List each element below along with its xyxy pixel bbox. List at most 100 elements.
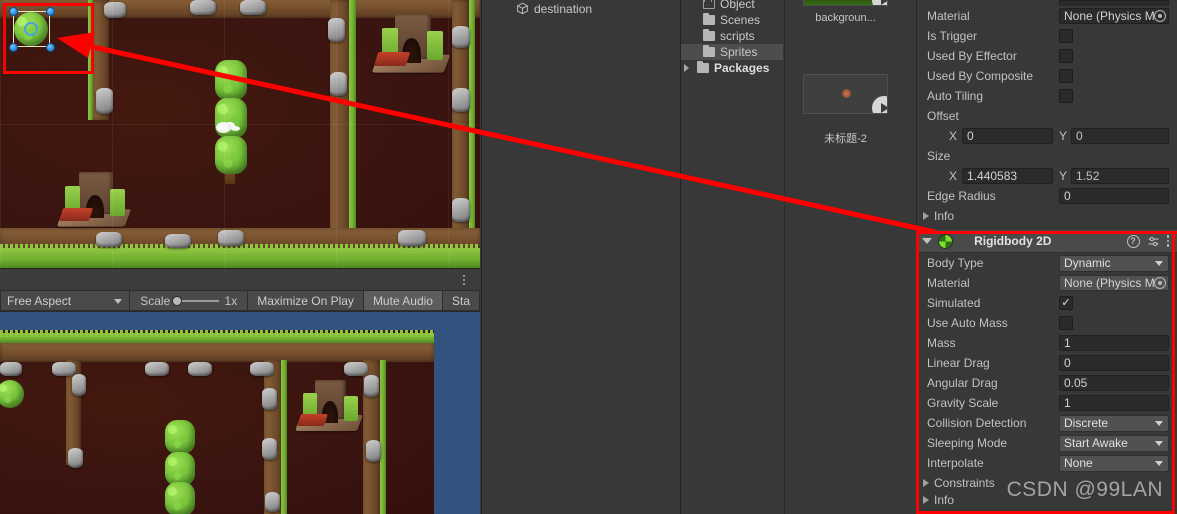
hierarchy-panel[interactable]: destination [481, 0, 679, 514]
simulated-row[interactable]: Simulated [917, 293, 1177, 313]
folder-icon [703, 45, 715, 57]
interpolate-dropdown[interactable]: None [1059, 454, 1169, 472]
angular-drag-row[interactable]: Angular Drag 0.05 [917, 373, 1177, 393]
scale-slider-knob[interactable] [172, 295, 183, 306]
scale-slider[interactable] [172, 295, 219, 306]
auto-tiling-label: Auto Tiling [927, 89, 984, 103]
used-by-composite-row[interactable]: Used By Composite [917, 66, 1177, 86]
aspect-ratio-dropdown[interactable]: Free Aspect [0, 290, 131, 311]
game-grass-right [380, 360, 386, 514]
interpolate-row[interactable]: Interpolate None [917, 453, 1177, 473]
game-castle [295, 380, 363, 436]
project-item-object[interactable]: Object [681, 0, 783, 12]
size-y-axis-label: Y [1059, 169, 1068, 183]
constraints-label: Constraints [934, 476, 995, 490]
collider-material-field[interactable]: None (Physics M [1059, 8, 1169, 24]
game-rock [364, 375, 379, 397]
project-item-scripts[interactable]: scripts [681, 28, 783, 44]
asset-sprite-preview [842, 89, 852, 99]
rb-material-field[interactable]: None (Physics M [1059, 275, 1169, 291]
simulated-checkbox[interactable] [1059, 296, 1073, 310]
chevron-down-icon [114, 298, 123, 304]
asset-item-background[interactable]: backgroun... [803, 0, 893, 24]
play-badge-icon[interactable] [872, 0, 887, 5]
is-trigger-row[interactable]: Is Trigger [917, 26, 1177, 46]
auto-tiling-row[interactable]: Auto Tiling [917, 86, 1177, 106]
rb-info-foldout[interactable]: Info [917, 493, 1177, 507]
asset-preview-panel[interactable]: backgroun... 未标题-2 [784, 0, 915, 514]
auto-tiling-checkbox[interactable] [1059, 89, 1073, 103]
used-by-composite-checkbox[interactable] [1059, 69, 1073, 83]
asset-thumbnail[interactable] [803, 74, 888, 114]
project-item-sprites[interactable]: Sprites [681, 44, 783, 60]
linear-drag-field[interactable]: 0 [1059, 355, 1169, 371]
sleeping-mode-dropdown[interactable]: Start Awake [1059, 434, 1169, 452]
object-picker-icon[interactable] [1154, 10, 1166, 22]
foldout-arrow-icon[interactable] [922, 238, 932, 244]
angular-drag-field[interactable]: 0.05 [1059, 375, 1169, 391]
inspector-panel[interactable]: Material None (Physics M Is Trigger Used… [916, 0, 1177, 514]
constraints-foldout[interactable]: Constraints [917, 473, 1177, 493]
offset-x-field[interactable]: 0 [962, 128, 1053, 144]
object-picker-icon[interactable] [1154, 277, 1166, 289]
kebab-menu-icon[interactable] [457, 272, 471, 288]
collider-info-foldout[interactable]: Info [917, 206, 1177, 226]
body-type-row[interactable]: Body Type Dynamic [917, 253, 1177, 273]
use-auto-mass-checkbox[interactable] [1059, 316, 1073, 330]
rb-material-row[interactable]: Material None (Physics M [917, 273, 1177, 293]
folder-outline-icon [703, 0, 715, 9]
kebab-menu-icon[interactable] [1166, 235, 1169, 247]
sleeping-mode-value: Start Awake [1064, 436, 1128, 450]
chevron-right-icon[interactable] [684, 64, 689, 72]
help-icon[interactable]: ? [1126, 234, 1140, 248]
used-by-effector-checkbox[interactable] [1059, 49, 1073, 63]
game-rock [52, 362, 76, 376]
scale-slider-group[interactable]: Scale 1x [130, 290, 249, 311]
unity-editor-window: Free Aspect Scale 1x Maximize On Play Mu… [0, 0, 1177, 514]
is-trigger-checkbox[interactable] [1059, 29, 1073, 43]
game-rock [68, 448, 83, 468]
project-item-label: Sprites [720, 45, 758, 59]
scene-view[interactable] [0, 0, 480, 268]
asset-item-untitled2[interactable]: 未标题-2 [803, 74, 893, 146]
use-auto-mass-row[interactable]: Use Auto Mass [917, 313, 1177, 333]
used-by-effector-row[interactable]: Used By Effector [917, 46, 1177, 66]
project-panel[interactable]: Object Scenes scripts Sprites Packages [680, 0, 783, 514]
size-x-field[interactable]: 1.440583 [962, 168, 1053, 184]
linear-drag-row[interactable]: Linear Drag 0 [917, 353, 1177, 373]
offset-row[interactable]: X 0 Y 0 [917, 126, 1177, 146]
rigidbody2d-header[interactable]: Rigidbody 2D ? [917, 230, 1177, 253]
gravity-scale-row[interactable]: Gravity Scale 1 [917, 393, 1177, 413]
project-item-label: Scenes [720, 13, 761, 27]
gravity-scale-field[interactable]: 1 [1059, 395, 1169, 411]
asset-label: 未标题-2 [824, 133, 867, 145]
maximize-on-play-button[interactable]: Maximize On Play [248, 290, 364, 311]
edge-radius-field[interactable]: 0 [1059, 188, 1169, 204]
use-auto-mass-label: Use Auto Mass [927, 316, 1008, 330]
asset-thumbnail[interactable] [803, 0, 888, 6]
game-view[interactable] [0, 312, 480, 514]
sleeping-mode-row[interactable]: Sleeping Mode Start Awake [917, 433, 1177, 453]
collision-detection-dropdown[interactable]: Discrete [1059, 414, 1169, 432]
play-badge-icon[interactable] [872, 96, 887, 113]
body-type-dropdown[interactable]: Dynamic [1059, 254, 1169, 272]
mute-audio-button[interactable]: Mute Audio [363, 290, 443, 311]
partial-field[interactable] [1059, 0, 1169, 6]
chevron-down-icon [1155, 441, 1163, 446]
collision-detection-row[interactable]: Collision Detection Discrete [917, 413, 1177, 433]
edge-radius-row[interactable]: Edge Radius 0 [917, 186, 1177, 206]
mass-field[interactable]: 1 [1059, 335, 1169, 351]
collider-material-row[interactable]: Material None (Physics M [917, 6, 1177, 26]
mass-row[interactable]: Mass 1 [917, 333, 1177, 353]
hierarchy-item-destination[interactable]: destination [482, 0, 679, 17]
preset-icon[interactable] [1147, 235, 1160, 248]
project-item-scenes[interactable]: Scenes [681, 12, 783, 28]
game-rock [72, 374, 86, 396]
project-item-packages[interactable]: Packages [681, 60, 783, 76]
body-type-label: Body Type [927, 256, 984, 270]
offset-y-field[interactable]: 0 [1071, 128, 1169, 144]
stats-button[interactable]: Sta [442, 290, 480, 311]
size-y-field[interactable]: 1.52 [1071, 168, 1169, 184]
body-type-value: Dynamic [1064, 256, 1111, 270]
size-row[interactable]: X 1.440583 Y 1.52 [917, 166, 1177, 186]
